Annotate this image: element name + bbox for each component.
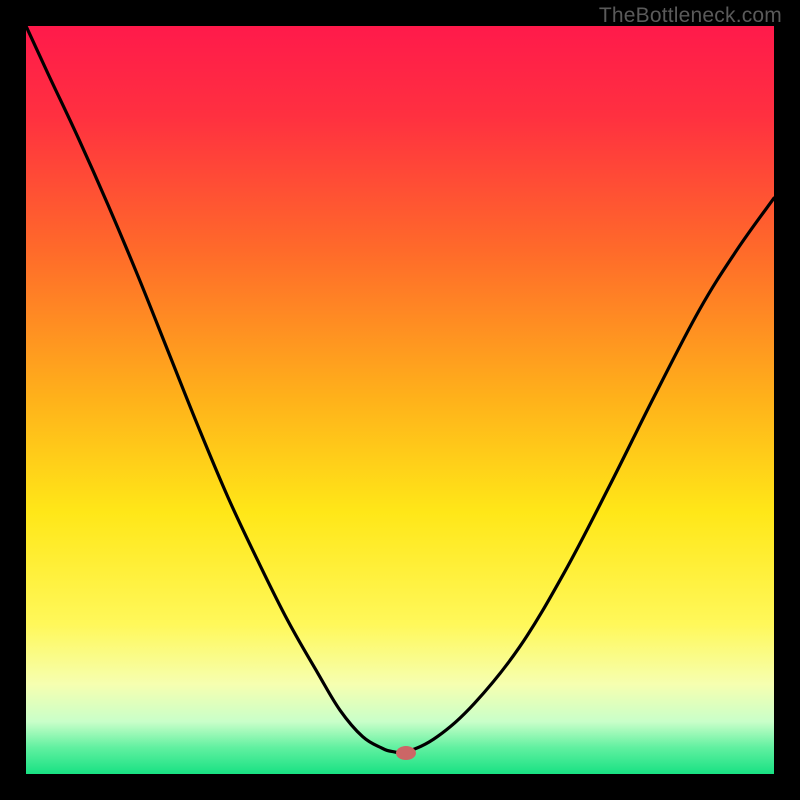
chart-svg bbox=[26, 26, 774, 774]
gradient-background bbox=[26, 26, 774, 774]
chart-frame bbox=[26, 26, 774, 774]
watermark-text: TheBottleneck.com bbox=[599, 4, 782, 28]
optimal-marker bbox=[396, 746, 416, 760]
